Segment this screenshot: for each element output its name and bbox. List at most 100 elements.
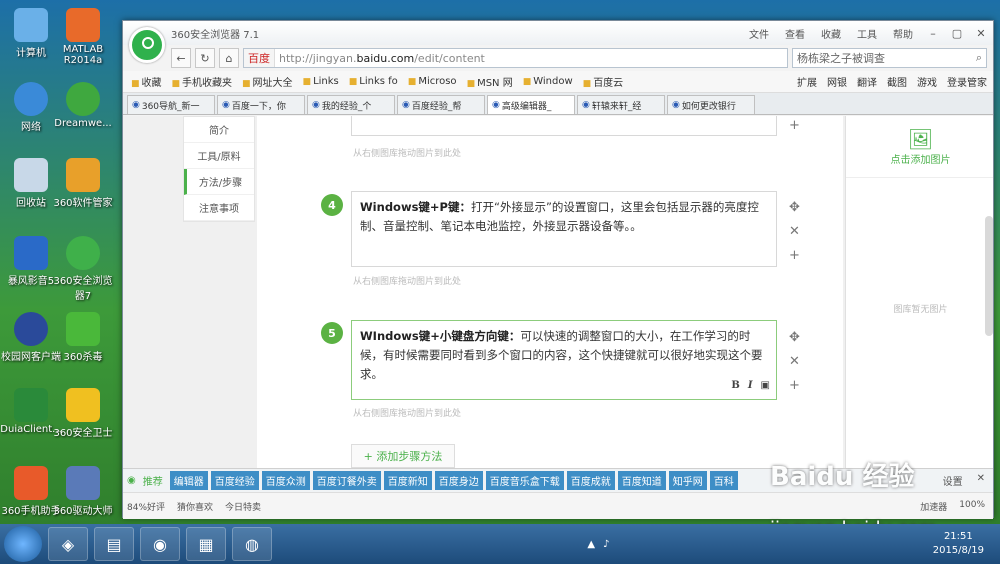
settings-link[interactable]: 设置 [943, 473, 963, 488]
rec-chip[interactable]: 百度身边 [434, 471, 483, 490]
tray-icon[interactable]: ▲ [587, 539, 595, 550]
bookmark-item[interactable]: Links [303, 76, 339, 87]
step-box[interactable]: Windows键+P键：打开“外接显示”的设置窗口，这里会包括显示器的亮度控制、… [351, 191, 777, 267]
bookmark-item[interactable]: Window [523, 76, 572, 87]
bold-icon[interactable]: B [731, 376, 739, 395]
rec-chip[interactable]: 百度知道 [617, 471, 666, 490]
url-badge[interactable]: 百度 [244, 49, 275, 67]
image-drop-hint: 从右侧图库拖动图片到此处 [353, 277, 462, 287]
add-icon[interactable]: + [789, 378, 800, 393]
delete-icon[interactable]: ✕ [789, 224, 800, 239]
add-image-button[interactable]: 🖼 点击添加图片 [846, 116, 993, 178]
bookmark-item[interactable]: 手机收藏夹 [172, 74, 232, 89]
desktop-icon-matlab[interactable]: MATLAB R2014a [52, 8, 114, 66]
rec-chip[interactable]: 百科 [709, 471, 738, 490]
tab[interactable]: ◉ 百度经验_帮 [397, 95, 485, 114]
bookmark-item[interactable]: 网址大全 [242, 74, 293, 89]
taskbar-app-icon[interactable]: ◈ [48, 527, 88, 561]
desktop-icon-360-software[interactable]: 360软件管家 [52, 158, 114, 209]
nav-notes[interactable]: 注意事项 [184, 195, 254, 221]
menu-tools[interactable]: 工具 [857, 26, 877, 41]
step-box-active[interactable]: WIndows键+小键盘方向键：可以快速的调整窗口的大小，在工作学习的时候，有时… [351, 320, 777, 400]
qq-icon[interactable]: ◍ [232, 527, 272, 561]
move-icon[interactable]: ✥ [789, 200, 800, 215]
step-title: WIndows键+小键盘方向键： [360, 329, 521, 343]
tab[interactable]: ◉ 360导航_新一 [127, 95, 215, 114]
tab[interactable]: ◉ 我的经验_个 [307, 95, 395, 114]
scrollbar[interactable] [985, 216, 993, 336]
rec-chip[interactable]: 百度新知 [383, 471, 432, 490]
close-icon[interactable]: ✕ [977, 473, 985, 488]
rec-chip[interactable]: 知乎网 [668, 471, 707, 490]
add-icon[interactable]: + [789, 248, 800, 263]
media-player-icon[interactable]: ▦ [186, 527, 226, 561]
tab[interactable]: ◉ 如何更改银行 [667, 95, 755, 114]
clock-time: 21:51 [943, 531, 973, 542]
rec-chip[interactable]: 百度订餐外卖 [312, 471, 381, 490]
search-icon[interactable]: ⌕ [972, 51, 986, 65]
tab[interactable]: ◉ 百度一下，你 [217, 95, 305, 114]
image-icon[interactable]: ▣ [761, 376, 770, 395]
volume-icon[interactable]: ♪ [603, 539, 609, 550]
start-button[interactable] [4, 526, 42, 562]
bookmark-item[interactable]: 收藏 [131, 74, 162, 89]
browser-taskbar-icon[interactable]: ◉ [140, 527, 180, 561]
bookmark-item[interactable]: 百度云 [583, 74, 623, 89]
menu-help[interactable]: 帮助 [893, 26, 913, 41]
toolbar-games[interactable]: 游戏 [917, 74, 937, 89]
nav-intro[interactable]: 简介 [184, 117, 254, 143]
zoom-level[interactable]: 100% [959, 500, 985, 513]
rating-status[interactable]: 84%好评 [127, 500, 165, 513]
bookmark-item[interactable]: Microso [408, 76, 456, 87]
rec-chip[interactable]: 百度经验 [210, 471, 259, 490]
tab-active[interactable]: ◉ 高级编辑器_ [487, 95, 575, 114]
address-bar: ← ↻ ⌂ 百度 http://jingyan. baidu.com/edit/c… [123, 45, 993, 71]
maximize-icon[interactable]: ▢ [945, 23, 969, 43]
minimize-icon[interactable]: – [921, 23, 945, 43]
nav-steps[interactable]: 方法/步骤 [184, 169, 254, 195]
bookmark-item[interactable]: Links fo [349, 76, 398, 87]
browser-logo-icon[interactable] [129, 27, 165, 63]
clock[interactable]: 21:51 2015/8/19 [933, 530, 984, 558]
rec-chip[interactable]: 百度成就 [566, 471, 615, 490]
move-icon[interactable]: ✥ [789, 330, 800, 345]
refresh-icon[interactable]: ↻ [195, 48, 215, 68]
home-icon[interactable]: ⌂ [219, 48, 239, 68]
menu-file[interactable]: 文件 [749, 26, 769, 41]
search-input[interactable]: 杨栋梁之子被调查 ⌕ [792, 48, 987, 68]
step-title: Windows键+P键： [360, 200, 471, 214]
desktop-icon-360-driver[interactable]: 360驱动大师 [52, 466, 114, 517]
rec-chip[interactable]: 百度众测 [261, 471, 310, 490]
toolbar-ebank[interactable]: 网银 [827, 74, 847, 89]
tab[interactable]: ◉ 轩辕来轩_经 [577, 95, 665, 114]
window-controls: – ▢ ✕ [921, 23, 993, 43]
url-input[interactable]: 百度 http://jingyan. baidu.com/edit/content [243, 48, 788, 68]
close-icon[interactable]: ✕ [969, 23, 993, 43]
nav-tools[interactable]: 工具/原料 [184, 143, 254, 169]
toolbar-translate[interactable]: 翻译 [857, 74, 877, 89]
menu-favorites[interactable]: 收藏 [821, 26, 841, 41]
menu-view[interactable]: 查看 [785, 26, 805, 41]
toolbar-login-manager[interactable]: 登录管家 [947, 74, 987, 89]
toolbar-extensions[interactable]: 扩展 [797, 74, 817, 89]
clock-date: 2015/8/19 [932, 545, 984, 556]
delete-icon[interactable]: ✕ [789, 354, 800, 369]
desktop-icon-360-safe[interactable]: 360安全卫士 [52, 388, 114, 439]
toolbar-screenshot[interactable]: 截图 [887, 74, 907, 89]
desktop-icon-360-antivirus[interactable]: 360杀毒 [52, 312, 114, 363]
folder-icon[interactable]: ▤ [94, 527, 134, 561]
step-box-prev[interactable] [351, 116, 777, 136]
bookmark-item[interactable]: MSN 网 [467, 74, 513, 89]
back-icon[interactable]: ← [171, 48, 191, 68]
guess-like-link[interactable]: 猜你喜欢 [177, 500, 213, 513]
daily-deal-link[interactable]: 今日特卖 [225, 500, 261, 513]
rec-chip[interactable]: 百度音乐盒下载 [485, 471, 564, 490]
rec-chip[interactable]: 编辑器 [169, 471, 208, 490]
desktop-icon-360-browser[interactable]: 360安全浏览器7 [52, 236, 114, 302]
url-domain: baidu.com [356, 51, 415, 65]
italic-icon[interactable]: I [748, 376, 753, 395]
desktop-icon-dreamweaver[interactable]: Dreamwe... [52, 82, 114, 129]
accelerator-link[interactable]: 加速器 [920, 500, 947, 513]
add-icon[interactable]: + [789, 118, 800, 133]
add-step-button[interactable]: + 添加步骤方法 [351, 444, 455, 468]
